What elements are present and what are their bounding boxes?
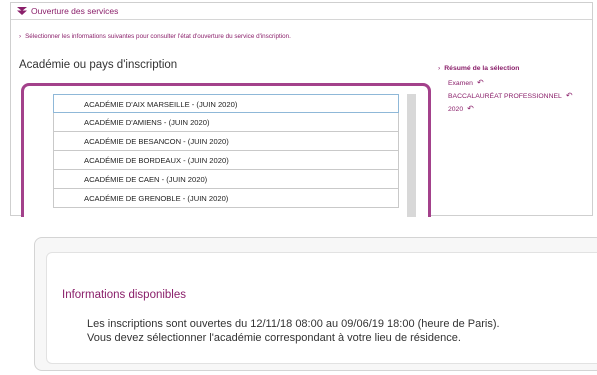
list-item-academie[interactable]: ACADÉMIE D'AMIENS - (JUIN 2020) bbox=[53, 113, 399, 132]
double-chevron-down-icon bbox=[17, 7, 27, 15]
list-scrollbar[interactable] bbox=[407, 94, 416, 217]
summary-title: › Résumé de la sélection bbox=[438, 65, 520, 72]
panel-header-title: Ouverture des services bbox=[31, 6, 119, 16]
chevron-right-icon: › bbox=[19, 33, 22, 40]
list-item-academie[interactable]: ACADÉMIE D'AIX MARSEILLE - (JUIN 2020) bbox=[53, 94, 399, 113]
undo-arrow-icon[interactable]: ↶ bbox=[477, 78, 484, 87]
list-item-academie[interactable]: ACADÉMIE DE BORDEAUX - (JUIN 2020) bbox=[53, 151, 399, 170]
info-box bbox=[46, 252, 597, 364]
panel-header[interactable]: Ouverture des services bbox=[11, 3, 592, 20]
list-item-academie[interactable]: ACADÉMIE DE GRENOBLE - (JUIN 2020) bbox=[53, 189, 399, 208]
intro-text: › Sélectionner les informations suivantes… bbox=[19, 33, 291, 40]
chevron-right-icon: › bbox=[438, 65, 441, 72]
summary-item-diplome: BACCALAURÉAT PROFESSIONNEL ↶ bbox=[448, 91, 573, 100]
academie-list: ACADÉMIE D'AIX MARSEILLE - (JUIN 2020) A… bbox=[53, 94, 399, 208]
services-panel: Ouverture des services › Sélectionner les… bbox=[10, 2, 593, 217]
academie-listbox[interactable]: ACADÉMIE D'AIX MARSEILLE - (JUIN 2020) A… bbox=[21, 83, 431, 217]
info-panel bbox=[34, 237, 597, 371]
info-line-2: Vous devez sélectionner l'académie corre… bbox=[87, 332, 461, 344]
info-text: Les inscriptions sont ouvertes du 12/11/… bbox=[87, 317, 587, 345]
undo-arrow-icon[interactable]: ↶ bbox=[566, 91, 573, 100]
undo-arrow-icon[interactable]: ↶ bbox=[467, 104, 474, 113]
selection-summary: › Résumé de la sélection Examen ↶ BACCALAU… bbox=[438, 65, 597, 114]
summary-item-session: 2020 ↶ bbox=[448, 104, 474, 113]
info-line-1: Les inscriptions sont ouvertes du 12/11/… bbox=[87, 318, 500, 330]
info-title: Informations disponibles bbox=[62, 289, 187, 301]
list-item-academie[interactable]: ACADÉMIE DE CAEN - (JUIN 2020) bbox=[53, 170, 399, 189]
list-item-academie[interactable]: ACADÉMIE DE BESANCON - (JUIN 2020) bbox=[53, 132, 399, 151]
summary-item-examen: Examen ↶ bbox=[448, 78, 484, 87]
academie-title: Académie ou pays d'inscription bbox=[19, 59, 178, 71]
